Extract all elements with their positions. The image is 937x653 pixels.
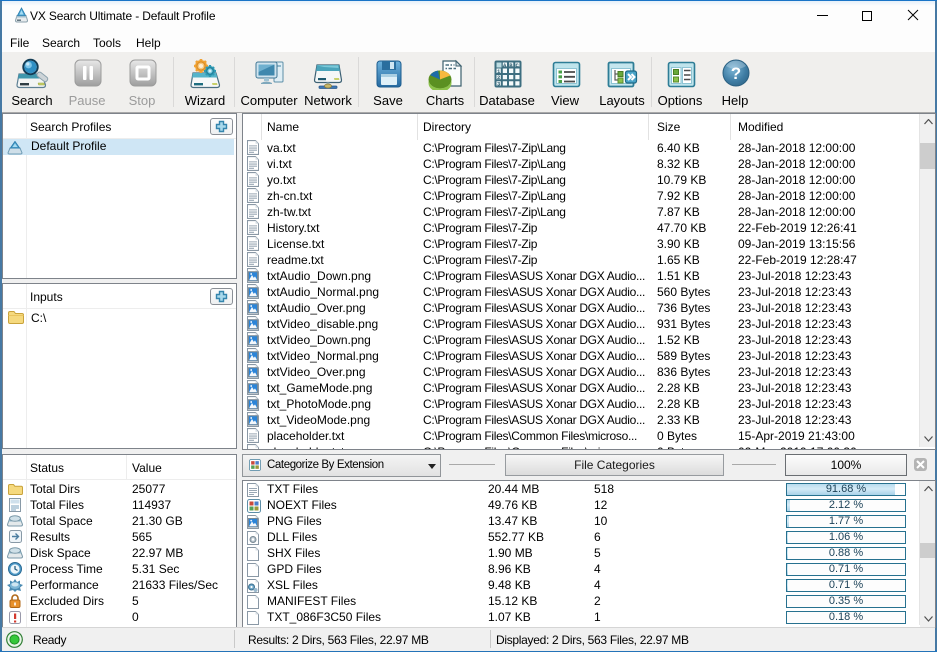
svg-text:?: ?	[731, 64, 741, 83]
